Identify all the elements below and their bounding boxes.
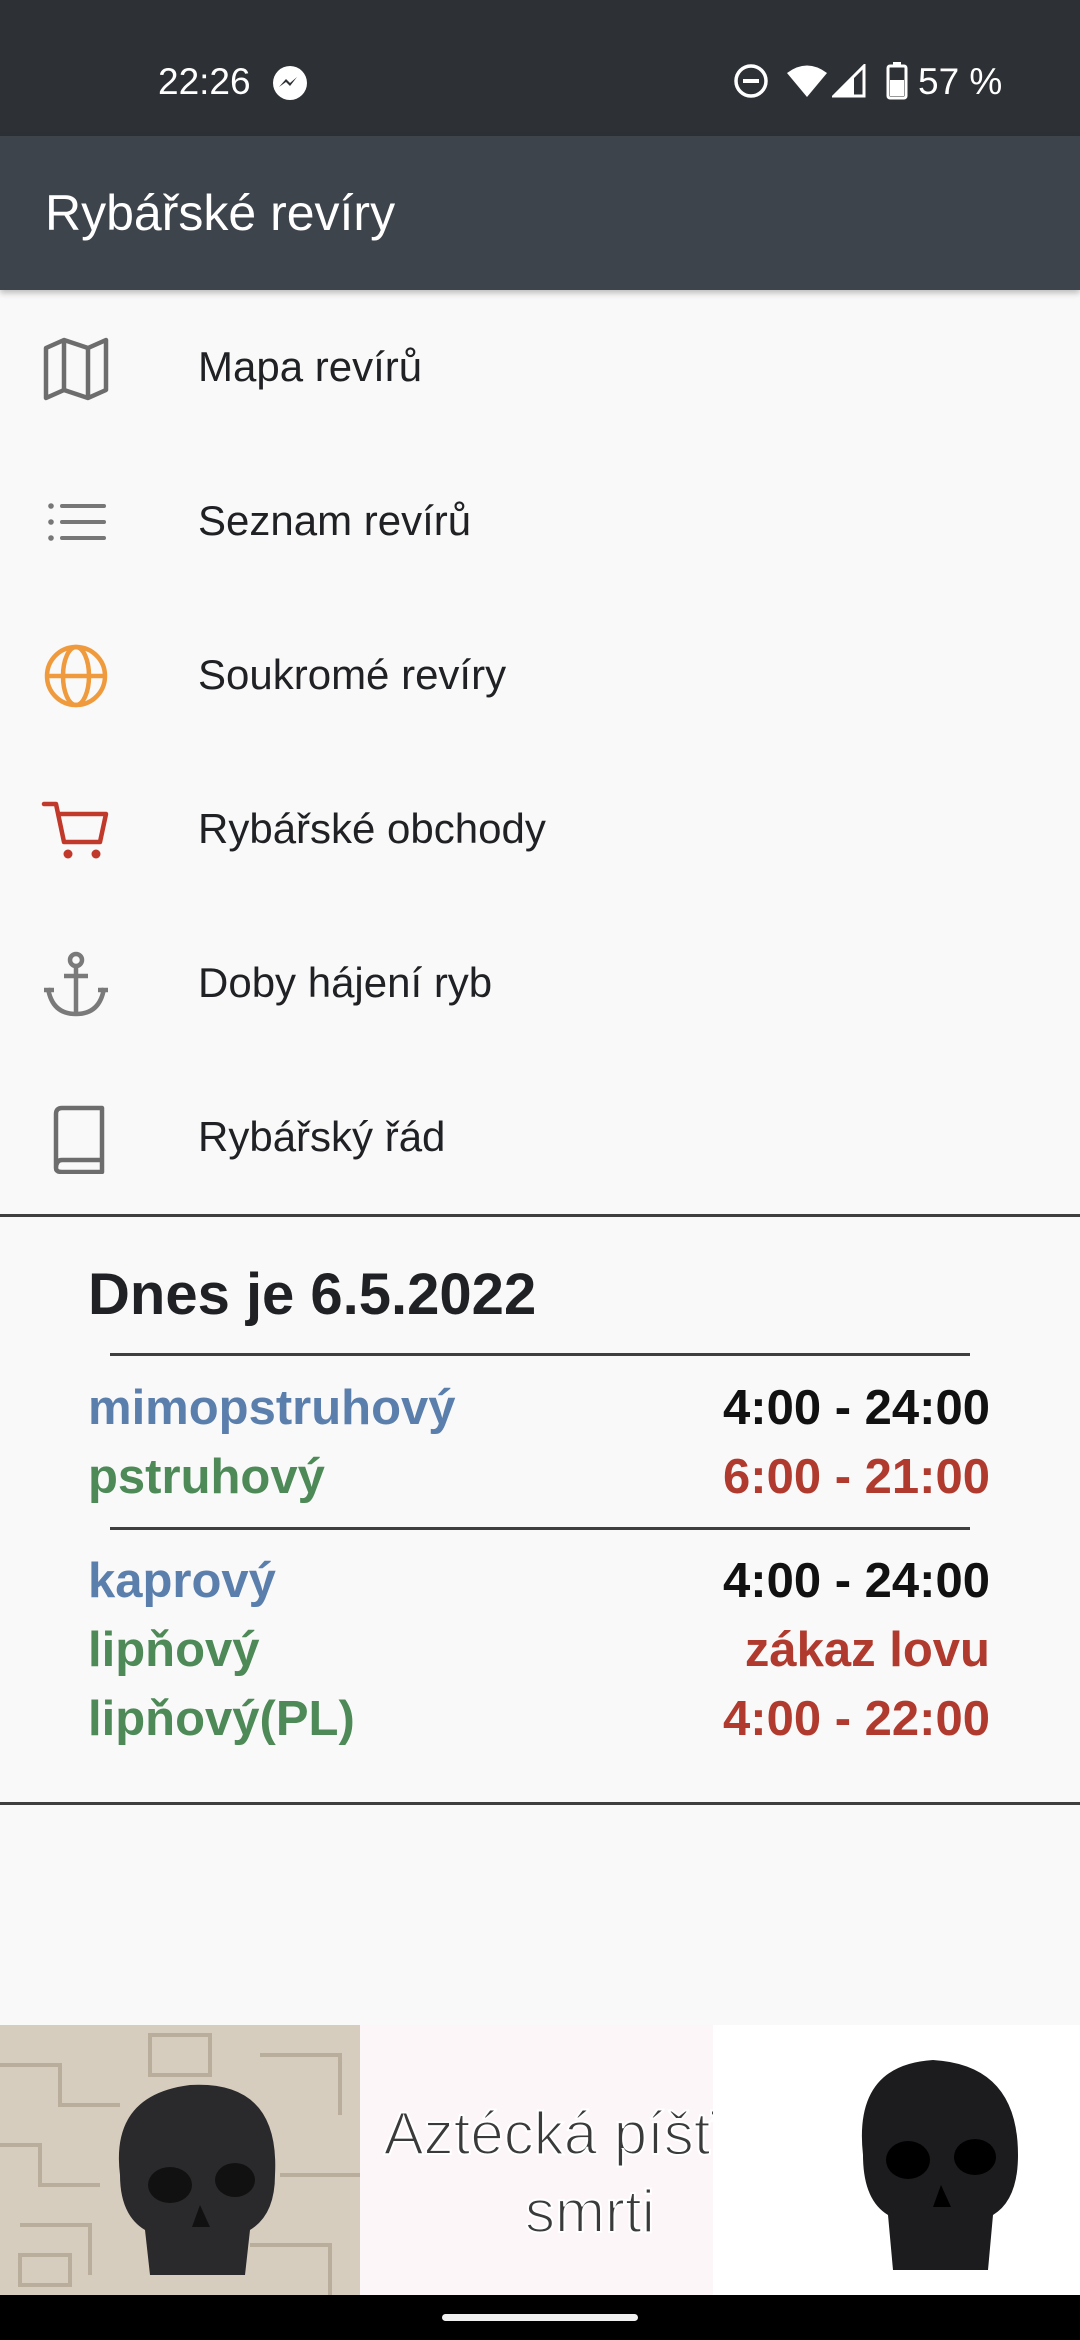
list-icon	[48, 503, 106, 541]
home-gesture-handle[interactable]	[442, 2314, 638, 2321]
menu-item-shops[interactable]: Rybářské obchody	[0, 752, 1080, 906]
main-menu: Mapa revírů Seznam revírů Soukromé revír…	[0, 290, 1080, 1214]
app-title: Rybářské revíry	[45, 185, 396, 241]
app-bar: Rybářské revíry	[0, 136, 1080, 290]
fishing-time-value: 6:00 - 21:00	[723, 1450, 990, 1504]
navigation-bar	[0, 2295, 1080, 2340]
fishing-time-row: lipňový(PL) 4:00 - 22:00	[88, 1684, 990, 1754]
fishing-time-value: 4:00 - 24:00	[723, 1381, 990, 1435]
menu-item-label: Seznam revírů	[198, 497, 472, 544]
status-time: 22:26	[158, 61, 251, 102]
divider	[110, 1353, 970, 1356]
fishing-type-label: kaprový	[88, 1554, 276, 1608]
today-title: Dnes je 6.5.2022	[88, 1262, 537, 1327]
menu-item-private[interactable]: Soukromé revíry	[0, 598, 1080, 752]
fishing-time-row: mimopstruhový 4:00 - 24:00	[88, 1373, 990, 1443]
battery-percentage: 57 %	[918, 61, 1003, 102]
anchor-icon	[44, 951, 108, 1017]
menu-item-list[interactable]: Seznam revírů	[0, 444, 1080, 598]
ad-image-left	[0, 2025, 360, 2295]
skull-image	[0, 2025, 360, 2295]
wifi-icon	[787, 65, 827, 97]
menu-item-map[interactable]: Mapa revírů	[0, 290, 1080, 444]
menu-item-seasons[interactable]: Doby hájení ryb	[0, 906, 1080, 1060]
battery-icon	[886, 62, 908, 100]
divider	[0, 1802, 1080, 1805]
dnd-icon	[734, 64, 768, 98]
book-icon	[53, 1105, 105, 1174]
status-bar: 22:26 57 %	[0, 0, 1080, 136]
fishing-time-value: 4:00 - 24:00	[723, 1554, 990, 1608]
menu-item-label: Doby hájení ryb	[198, 959, 493, 1006]
menu-item-label: Rybářský řád	[198, 1113, 446, 1160]
menu-item-rules[interactable]: Rybářský řád	[0, 1060, 1080, 1214]
fishing-time-value: zákaz lovu	[744, 1623, 990, 1677]
ad-image-right	[713, 2025, 1080, 2295]
fishing-time-value: 4:00 - 22:00	[723, 1692, 990, 1746]
fishing-type-label: lipňový(PL)	[88, 1692, 355, 1746]
menu-item-label: Rybářské obchody	[198, 805, 546, 852]
fishing-time-row: lipňový zákaz lovu	[88, 1615, 990, 1685]
fishing-type-label: mimopstruhový	[88, 1381, 456, 1435]
divider	[0, 1214, 1080, 1217]
signal-icon	[832, 64, 866, 98]
map-icon	[43, 337, 109, 401]
fishing-type-label: pstruhový	[88, 1450, 325, 1504]
screen: 22:26 57 % Rybářské revíry Mapa revírů S…	[0, 0, 1080, 2340]
messenger-icon	[273, 66, 307, 100]
fishing-type-label: lipňový	[88, 1623, 260, 1677]
globe-icon	[44, 644, 108, 708]
ad-banner[interactable]: Aztécká píšťala smrti	[0, 2025, 1080, 2295]
menu-item-label: Soukromé revíry	[198, 651, 507, 698]
fishing-time-row: pstruhový 6:00 - 21:00	[88, 1442, 990, 1512]
cart-icon	[41, 801, 109, 859]
menu-item-label: Mapa revírů	[198, 343, 423, 390]
fishing-time-row: kaprový 4:00 - 24:00	[88, 1546, 990, 1616]
divider	[110, 1527, 970, 1530]
skull-image	[713, 2025, 1080, 2295]
